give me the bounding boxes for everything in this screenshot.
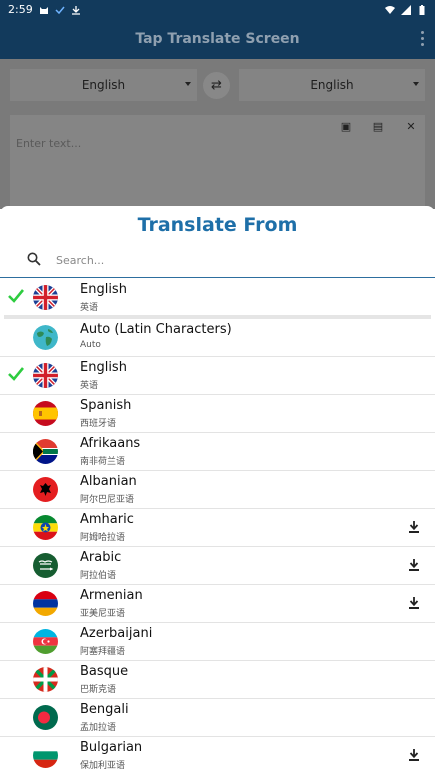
south-africa-flag-icon bbox=[33, 439, 58, 464]
status-time: 2:59 bbox=[8, 3, 33, 16]
text-input-placeholder: Enter text... bbox=[16, 137, 82, 150]
language-native-name: 保加利亚语 bbox=[80, 761, 126, 771]
source-language-dropdown[interactable]: English bbox=[10, 69, 197, 101]
uk-flag-icon bbox=[33, 285, 58, 310]
albania-flag-icon bbox=[33, 477, 58, 502]
app-bar: Tap Translate Screen bbox=[0, 19, 435, 59]
language-name: Afrikaans bbox=[80, 436, 141, 451]
battery-icon bbox=[419, 4, 425, 15]
language-native-name: 南非荷兰语 bbox=[80, 457, 126, 467]
azerbaijan-flag-icon bbox=[33, 629, 58, 654]
check-notification-icon bbox=[55, 6, 65, 14]
source-language-label: English bbox=[81, 78, 126, 92]
language-name: English bbox=[80, 360, 127, 375]
search-bar bbox=[0, 246, 435, 278]
language-row[interactable]: Azerbaijani 阿塞拜疆语 bbox=[0, 623, 435, 661]
notification-cat-icon bbox=[39, 6, 48, 14]
download-icon[interactable] bbox=[407, 748, 421, 762]
search-input[interactable] bbox=[56, 248, 416, 272]
search-icon bbox=[27, 252, 41, 266]
globe-icon bbox=[33, 325, 58, 350]
dropdown-caret-icon bbox=[413, 82, 419, 86]
wifi-icon bbox=[385, 5, 395, 14]
language-row[interactable]: Albanian 阿尔巴尼亚语 bbox=[0, 471, 435, 509]
language-native-name: 英语 bbox=[80, 303, 99, 313]
language-name: Spanish bbox=[80, 398, 132, 413]
dropdown-caret-icon bbox=[185, 82, 191, 86]
check-icon bbox=[8, 289, 24, 303]
language-native-name: 阿塞拜疆语 bbox=[80, 647, 126, 657]
paste-icon[interactable]: ▣ bbox=[340, 121, 352, 133]
saudi-flag-icon bbox=[33, 553, 58, 578]
language-row[interactable]: Bengali 孟加拉语 bbox=[0, 699, 435, 737]
language-row[interactable]: Auto (Latin Characters) Auto bbox=[0, 319, 435, 357]
language-native-name: 阿拉伯语 bbox=[80, 571, 117, 581]
armenia-flag-icon bbox=[33, 591, 58, 616]
signal-icon bbox=[401, 4, 411, 15]
language-name: Armenian bbox=[80, 588, 143, 603]
language-name: Arabic bbox=[80, 550, 122, 565]
uk-flag-icon bbox=[33, 363, 58, 388]
language-name: English bbox=[80, 282, 127, 297]
check-icon bbox=[8, 367, 24, 381]
language-name: Auto (Latin Characters) bbox=[80, 322, 232, 337]
language-row[interactable]: English 英语 bbox=[0, 357, 435, 395]
language-name: Albanian bbox=[80, 474, 137, 489]
language-name: Azerbaijani bbox=[80, 626, 153, 641]
language-native-name: 西班牙语 bbox=[80, 419, 117, 429]
basque-flag-icon bbox=[33, 667, 58, 692]
language-native-name: Auto bbox=[80, 340, 101, 350]
spain-flag-icon bbox=[33, 401, 58, 426]
sheet-title: Translate From bbox=[137, 214, 298, 236]
language-native-name: 巴斯克语 bbox=[80, 685, 117, 695]
language-list: English 英语 Auto (Latin Characters) Auto En… bbox=[0, 279, 435, 773]
download-icon[interactable] bbox=[407, 558, 421, 572]
language-row[interactable]: Basque 巴斯克语 bbox=[0, 661, 435, 699]
language-picker-sheet: Translate From English 英语 Auto (Latin Ch… bbox=[0, 206, 435, 773]
language-row[interactable]: Arabic 阿拉伯语 bbox=[0, 547, 435, 585]
language-native-name: 孟加拉语 bbox=[80, 723, 117, 733]
language-row[interactable]: Bulgarian 保加利亚语 bbox=[0, 737, 435, 773]
clipboard-icon[interactable]: ▤ bbox=[372, 121, 384, 133]
background-translate-area: English ⇄ English Enter text... ▣ ▤ ✕ bbox=[0, 59, 435, 215]
language-native-name: 阿姆哈拉语 bbox=[80, 533, 126, 543]
download-icon[interactable] bbox=[407, 596, 421, 610]
more-options-icon[interactable] bbox=[421, 31, 425, 47]
language-row[interactable]: Spanish 西班牙语 bbox=[0, 395, 435, 433]
app-title: Tap Translate Screen bbox=[135, 31, 300, 47]
text-input-area[interactable]: Enter text... ▣ ▤ ✕ bbox=[10, 115, 425, 215]
close-icon[interactable]: ✕ bbox=[405, 121, 417, 133]
language-name: Bulgarian bbox=[80, 740, 143, 755]
target-language-label: English bbox=[310, 78, 354, 92]
swap-languages-icon[interactable]: ⇄ bbox=[203, 72, 230, 99]
bangladesh-flag-icon bbox=[33, 705, 58, 730]
language-native-name: 英语 bbox=[80, 381, 99, 391]
language-name: Bengali bbox=[80, 702, 129, 717]
download-notification-icon bbox=[71, 5, 80, 15]
selected-language-row[interactable]: English 英语 bbox=[0, 279, 435, 315]
language-row[interactable]: Amharic 阿姆哈拉语 bbox=[0, 509, 435, 547]
download-icon[interactable] bbox=[407, 520, 421, 534]
status-bar: 2:59 bbox=[0, 0, 435, 19]
language-row[interactable]: Afrikaans 南非荷兰语 bbox=[0, 433, 435, 471]
bulgaria-flag-icon bbox=[33, 743, 58, 768]
language-native-name: 阿尔巴尼亚语 bbox=[80, 495, 135, 505]
target-language-dropdown[interactable]: English bbox=[239, 69, 425, 101]
language-name: Amharic bbox=[80, 512, 134, 527]
language-name: Basque bbox=[80, 664, 129, 679]
language-row[interactable]: Armenian 亚美尼亚语 bbox=[0, 585, 435, 623]
ethiopia-flag-icon bbox=[33, 515, 58, 540]
language-native-name: 亚美尼亚语 bbox=[80, 609, 126, 619]
